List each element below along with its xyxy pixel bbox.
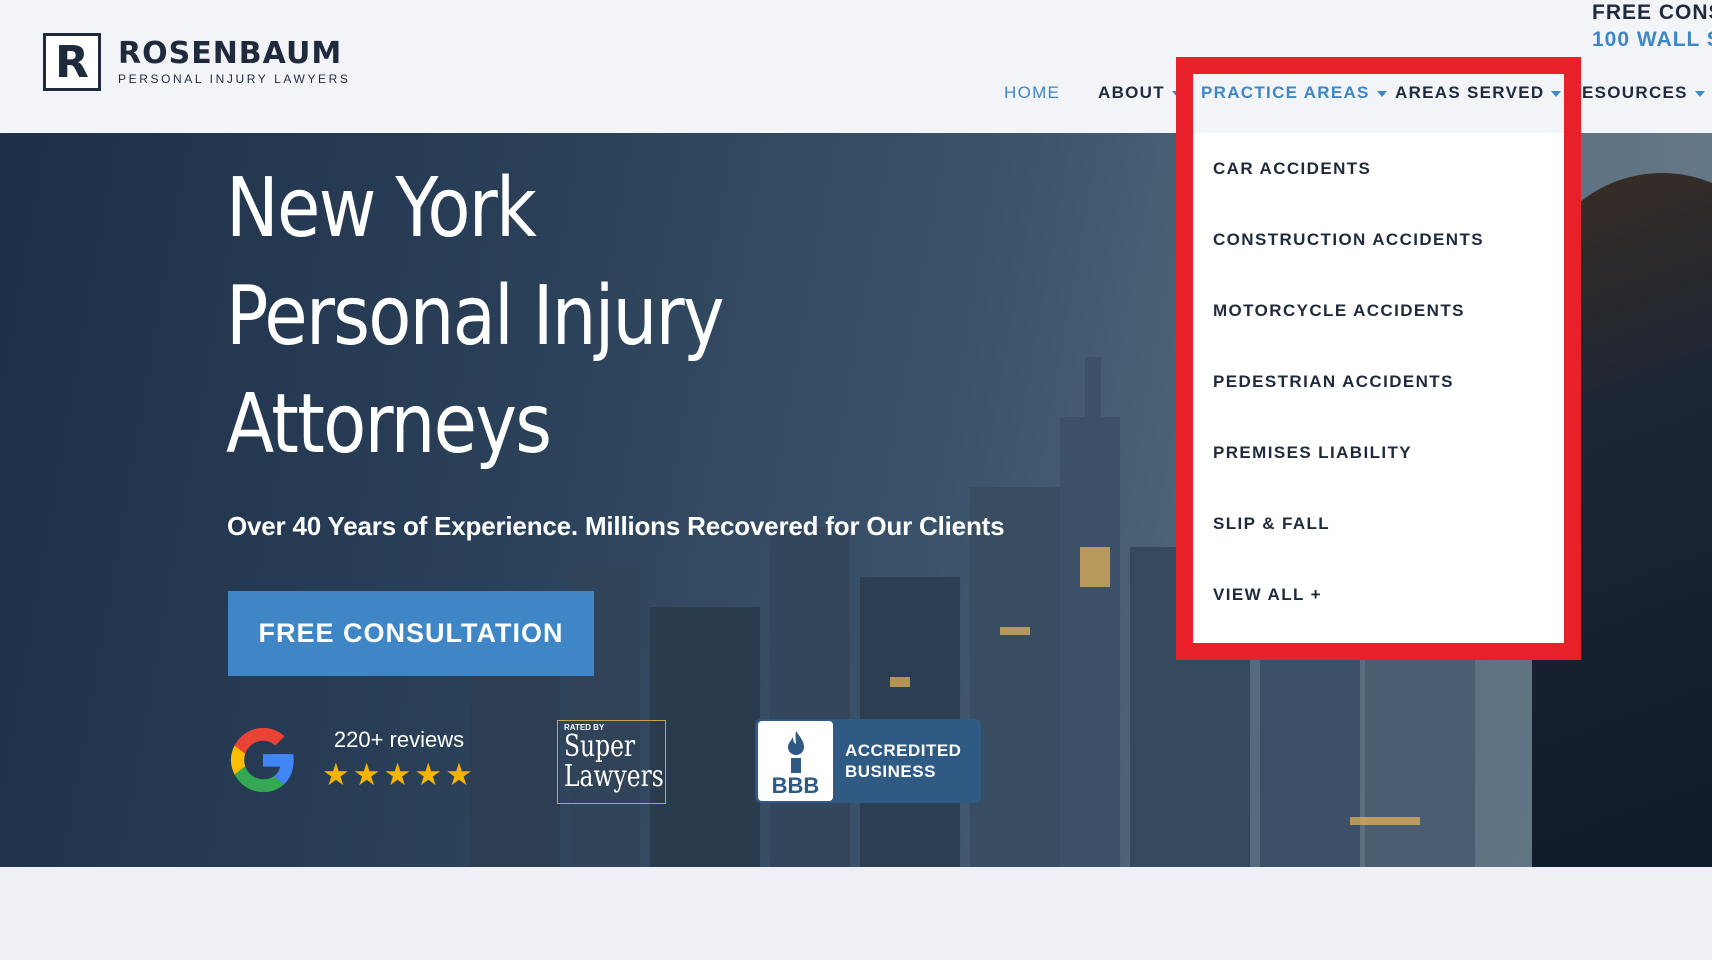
top-contact: FREE CONS 100 WALL S <box>1592 0 1712 54</box>
nav-about-label: ABOUT <box>1098 83 1165 102</box>
google-icon <box>230 727 294 793</box>
free-consultation-button[interactable]: FREE CONSULTATION <box>228 591 594 676</box>
bbb-line1: ACCREDITED <box>845 741 962 760</box>
hero-subtitle: Over 40 Years of Experience. Millions Re… <box>227 511 1005 541</box>
super-lawyers-line1: Super <box>564 729 636 764</box>
bbb-line2: BUSINESS <box>845 762 936 781</box>
super-lawyers-badge[interactable]: RATED BY Super Lawyers <box>557 720 666 804</box>
bbb-logo: BBB <box>758 721 833 801</box>
top-consultation-link[interactable]: FREE CONS <box>1592 0 1712 26</box>
logo-monogram: R <box>43 33 101 91</box>
highlight-frame <box>1176 57 1581 660</box>
super-lawyers-line2: Lawyers <box>564 759 664 794</box>
nav-home[interactable]: HOME <box>1004 83 1060 103</box>
nav-resources[interactable]: ESOURCES <box>1582 83 1705 103</box>
five-star-rating-icon: ★★★★★ <box>322 757 476 792</box>
google-reviews-badge[interactable]: 220+ reviews ★★★★★ <box>228 725 476 795</box>
brand-name: ROSENBAUM <box>118 36 343 71</box>
page-below-hero <box>0 867 1712 960</box>
torch-icon <box>787 731 804 773</box>
hero-heading: New York Personal Injury Attorneys <box>226 161 725 472</box>
bbb-accredited-badge[interactable]: BBB ACCREDITED BUSINESS <box>755 719 981 803</box>
top-address-link[interactable]: 100 WALL S <box>1592 26 1712 54</box>
chevron-down-icon <box>1694 90 1705 97</box>
brand-tagline: PERSONAL INJURY LAWYERS <box>118 72 351 86</box>
nav-resources-label: ESOURCES <box>1582 83 1688 102</box>
site-logo[interactable]: R ROSENBAUM PERSONAL INJURY LAWYERS <box>43 33 351 91</box>
bbb-wordmark: BBB <box>771 773 820 798</box>
nav-about[interactable]: ABOUT <box>1098 83 1182 103</box>
reviews-count: 220+ reviews <box>333 727 465 752</box>
